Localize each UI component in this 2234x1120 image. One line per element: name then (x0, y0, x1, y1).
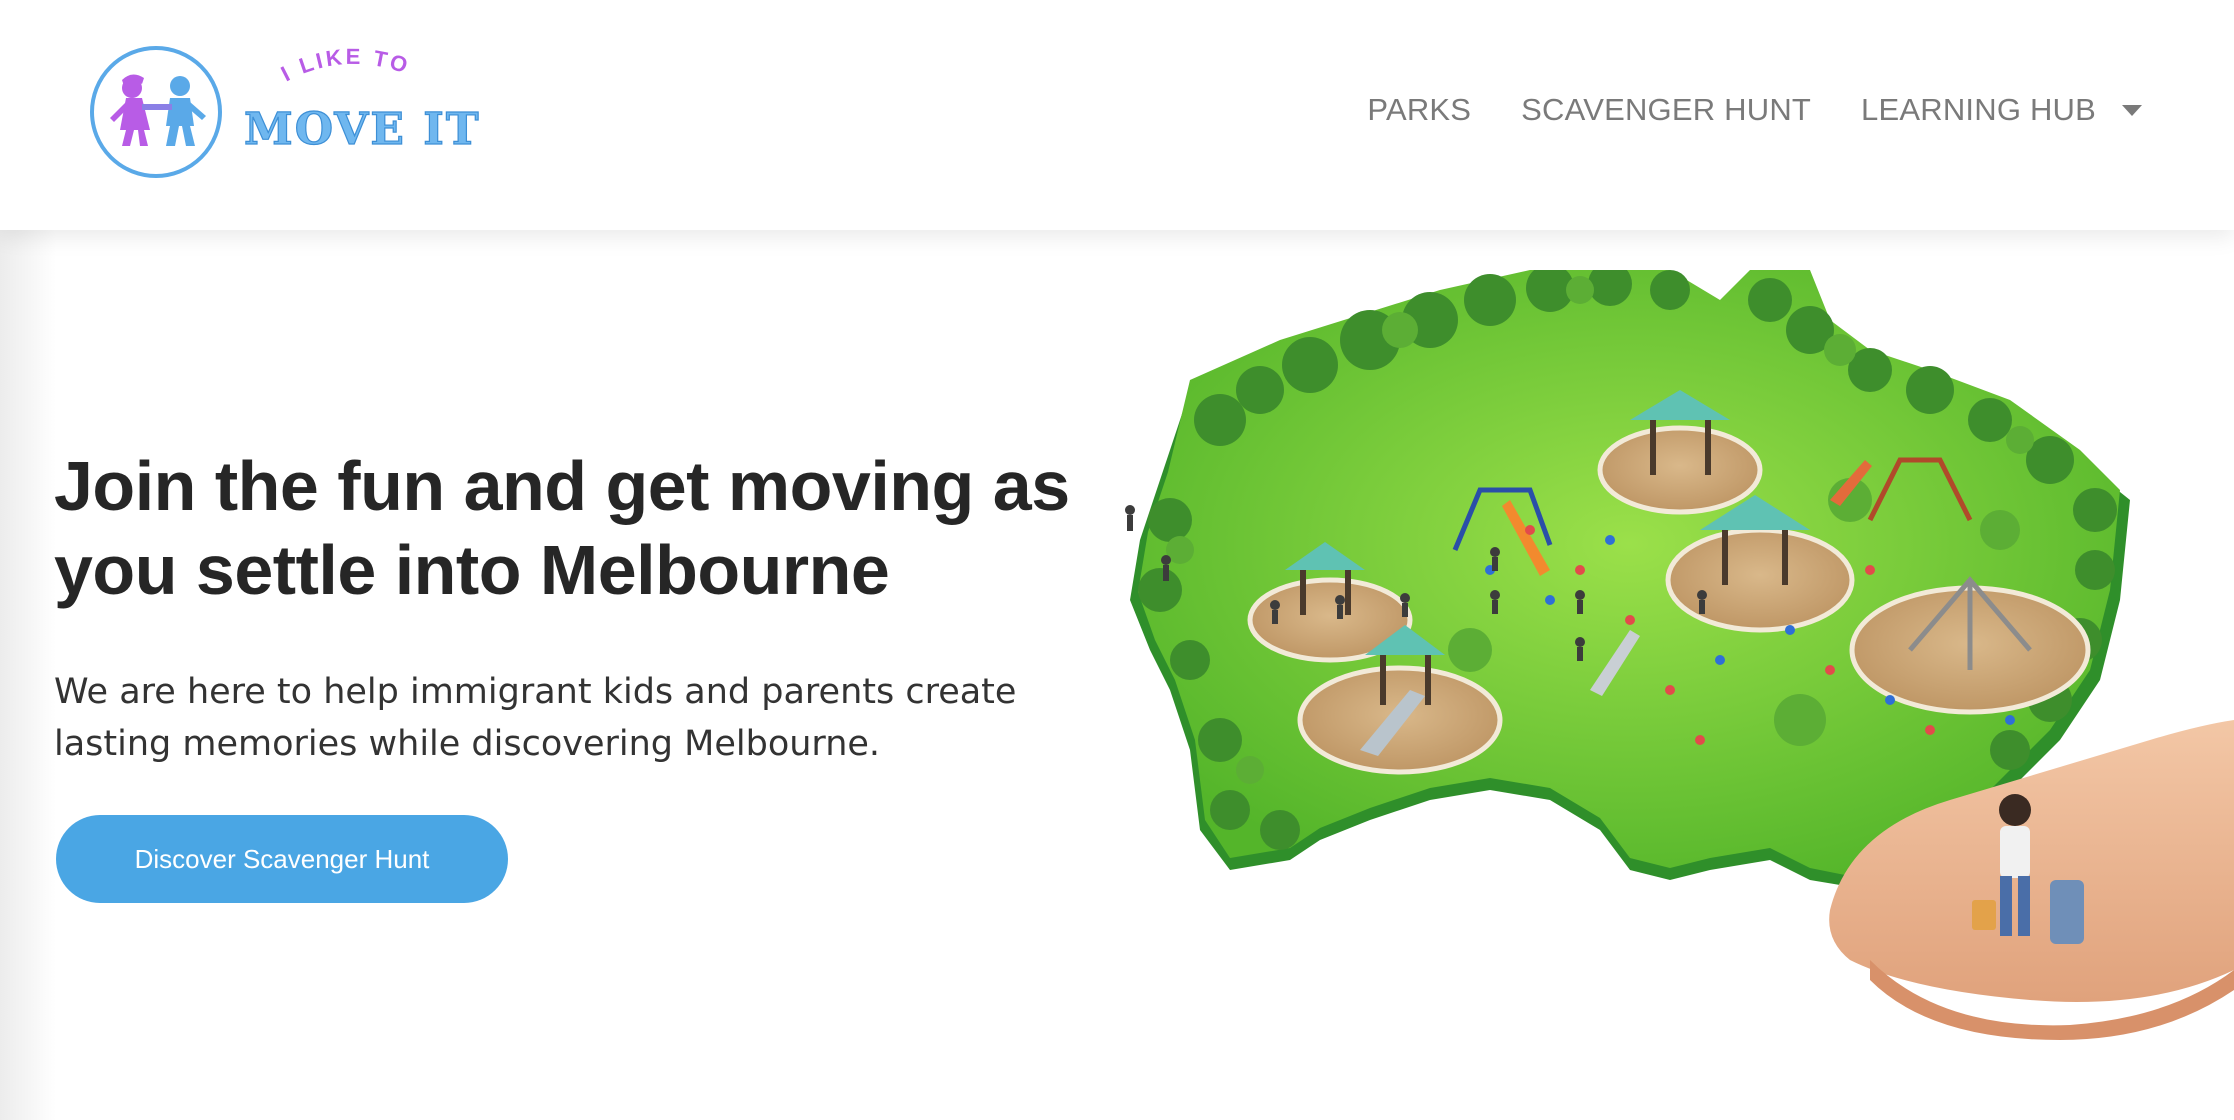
australia-playground-illustration (1110, 270, 2234, 1050)
nav-learning-hub[interactable]: LEARNING HUB (1861, 92, 2142, 128)
logo-main-text: MOVE IT (244, 104, 481, 155)
nav-scavenger-hunt-label: SCAVENGER HUNT (1521, 92, 1812, 127)
site-logo[interactable]: I LIKE TO MOVE IT (86, 42, 486, 182)
discover-scavenger-hunt-button[interactable]: Discover Scavenger Hunt (56, 815, 508, 903)
svg-text:I LIKE TO: I LIKE TO (277, 44, 414, 86)
nav-parks-label: PARKS (1367, 92, 1472, 127)
nav-learning-hub-label: LEARNING HUB (1861, 92, 2096, 127)
logo-graphic: I LIKE TO MOVE IT (90, 44, 481, 178)
caret-down-icon[interactable] (2122, 104, 2142, 116)
nav-scavenger-hunt[interactable]: SCAVENGER HUNT (1521, 92, 1811, 128)
nav-parks[interactable]: PARKS (1367, 92, 1471, 128)
main-nav: PARKS SCAVENGER HUNT LEARNING HUB (1367, 88, 2142, 132)
logo-top-text: I LIKE TO (277, 44, 411, 86)
hero-title: Join the fun and get moving as you settl… (54, 447, 1070, 609)
site-header: I LIKE TO MOVE IT PARKS SCAVENGER HUNT L… (0, 0, 2234, 230)
hero-subtitle: We are here to help immigrant kids and p… (54, 672, 1017, 764)
